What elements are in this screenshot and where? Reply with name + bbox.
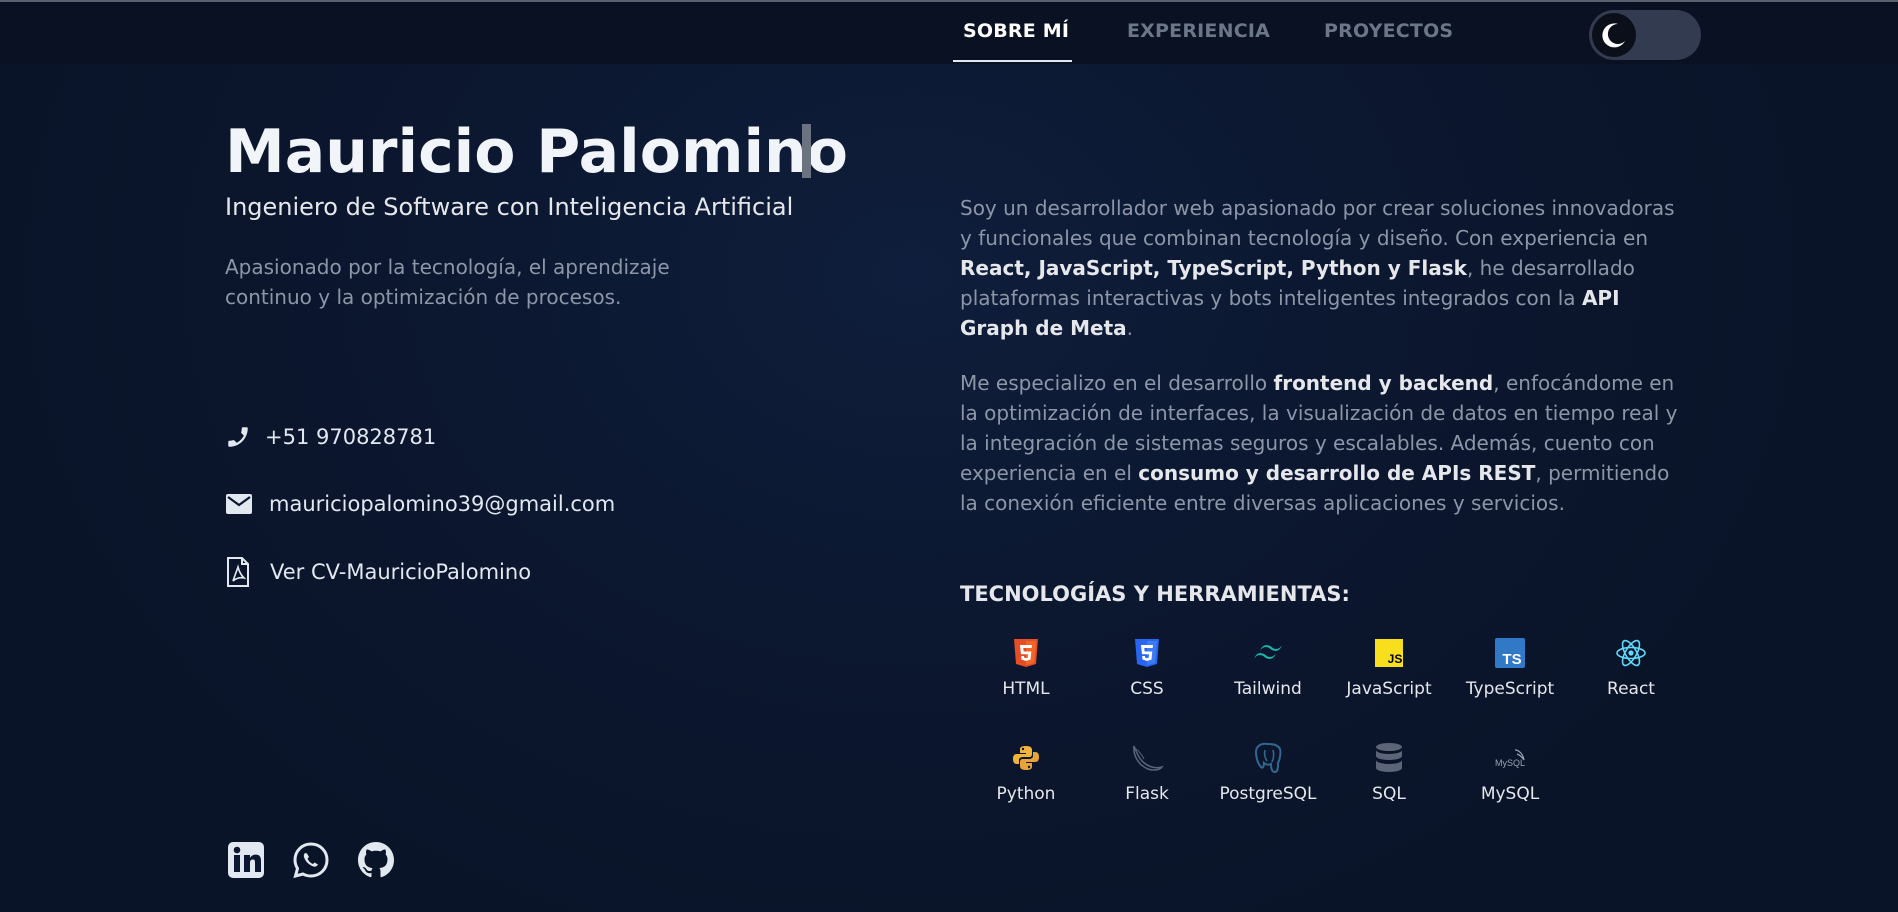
- svg-text:TS: TS: [1502, 651, 1521, 668]
- tech-label: React: [1607, 679, 1655, 699]
- javascript-icon: JS: [1375, 639, 1403, 667]
- tech-label: TypeScript: [1465, 679, 1555, 699]
- tech-label: SQL: [1372, 784, 1406, 804]
- about-text: Soy un desarrollador web apasionado por …: [960, 196, 1675, 250]
- tech-label: Python: [996, 784, 1056, 804]
- tab-sobre-mi[interactable]: SOBRE MÍ: [963, 20, 1069, 42]
- tech-item-tailwind: Tailwind: [1208, 633, 1328, 713]
- theme-toggle[interactable]: [1589, 10, 1701, 60]
- tech-item-postgresql: PostgreSQL: [1208, 738, 1328, 818]
- tech-label: PostgreSQL: [1219, 784, 1317, 804]
- tech-label: MySQL: [1480, 784, 1540, 804]
- tech-label: JavaScript: [1346, 679, 1432, 699]
- cv-text: Ver CV-MauricioPalomino: [270, 560, 532, 584]
- about-highlight: React, JavaScript, TypeScript, Python y …: [960, 256, 1467, 280]
- linkedin-icon: [228, 842, 264, 878]
- about-text: .: [1126, 316, 1134, 340]
- tech-item-mysql: MySQL MySQL: [1450, 738, 1570, 818]
- linkedin-link[interactable]: [226, 840, 266, 880]
- svg-text:JS: JS: [1388, 652, 1403, 666]
- tab-proyectos[interactable]: PROYECTOS: [1324, 20, 1453, 42]
- html5-icon: [1014, 639, 1038, 667]
- whatsapp-icon: [293, 842, 329, 879]
- typescript-icon: TS: [1495, 638, 1525, 668]
- tab-experiencia[interactable]: EXPERIENCIA: [1127, 20, 1270, 42]
- tech-item-sql: SQL: [1329, 738, 1449, 818]
- tech-section-title: TECNOLOGÍAS Y HERRAMIENTAS:: [960, 582, 1350, 606]
- tech-label: HTML: [1002, 679, 1050, 699]
- cv-link[interactable]: Ver CV-MauricioPalomino: [225, 557, 531, 587]
- tech-label: CSS: [1130, 679, 1164, 699]
- mail-icon: [225, 489, 269, 519]
- phone-text: +51 970828781: [265, 425, 437, 449]
- react-icon: [1616, 639, 1646, 667]
- about-paragraph-2: Me especializo en el desarrollo frontend…: [960, 368, 1690, 518]
- page-title: Mauricio Palomino: [225, 117, 848, 187]
- email-text: mauriciopalomino39@gmail.com: [269, 492, 616, 516]
- database-icon: [1376, 743, 1402, 772]
- github-icon: [358, 842, 394, 878]
- tech-item-html: HTML: [966, 633, 1086, 713]
- about-highlight: consumo y desarrollo de APIs REST: [1138, 461, 1536, 485]
- whatsapp-link[interactable]: [291, 840, 331, 880]
- tech-label: Flask: [1125, 784, 1169, 804]
- tailwind-icon: [1254, 645, 1282, 659]
- tagline: Apasionado por la tecnología, el aprendi…: [225, 255, 670, 309]
- github-link[interactable]: [356, 840, 396, 880]
- contact-phone[interactable]: +51 970828781: [225, 422, 436, 452]
- toggle-knob: [1592, 13, 1636, 57]
- tech-item-flask: Flask: [1087, 738, 1207, 818]
- moon-icon: [1602, 23, 1625, 48]
- subtitle: Ingeniero de Software con Inteligencia A…: [225, 193, 794, 221]
- flask-icon: [1133, 745, 1164, 771]
- mysql-icon: MySQL: [1495, 749, 1525, 768]
- tech-item-javascript: JS JavaScript: [1329, 633, 1449, 713]
- typing-cursor: [802, 124, 811, 178]
- tech-item-css: CSS: [1087, 633, 1207, 713]
- about-highlight: frontend y backend: [1273, 371, 1494, 395]
- python-icon: [1013, 746, 1039, 770]
- tech-item-react: React: [1571, 633, 1691, 713]
- tech-label: Tailwind: [1234, 679, 1302, 699]
- phone-icon: [225, 422, 265, 452]
- postgresql-icon: [1254, 742, 1282, 774]
- about-text: Me especializo en el desarrollo: [960, 371, 1274, 395]
- tech-item-python: Python: [966, 738, 1086, 818]
- tech-item-typescript: TS TypeScript: [1450, 633, 1570, 713]
- pdf-file-icon: [225, 557, 270, 587]
- about-paragraph-1: Soy un desarrollador web apasionado por …: [960, 193, 1690, 343]
- css3-icon: [1135, 639, 1159, 667]
- svg-text:MySQL: MySQL: [1495, 758, 1525, 768]
- contact-email[interactable]: mauriciopalomino39@gmail.com: [225, 489, 615, 519]
- navbar: SOBRE MÍ EXPERIENCIA PROYECTOS: [0, 2, 1898, 64]
- active-tab-indicator: [953, 60, 1072, 62]
